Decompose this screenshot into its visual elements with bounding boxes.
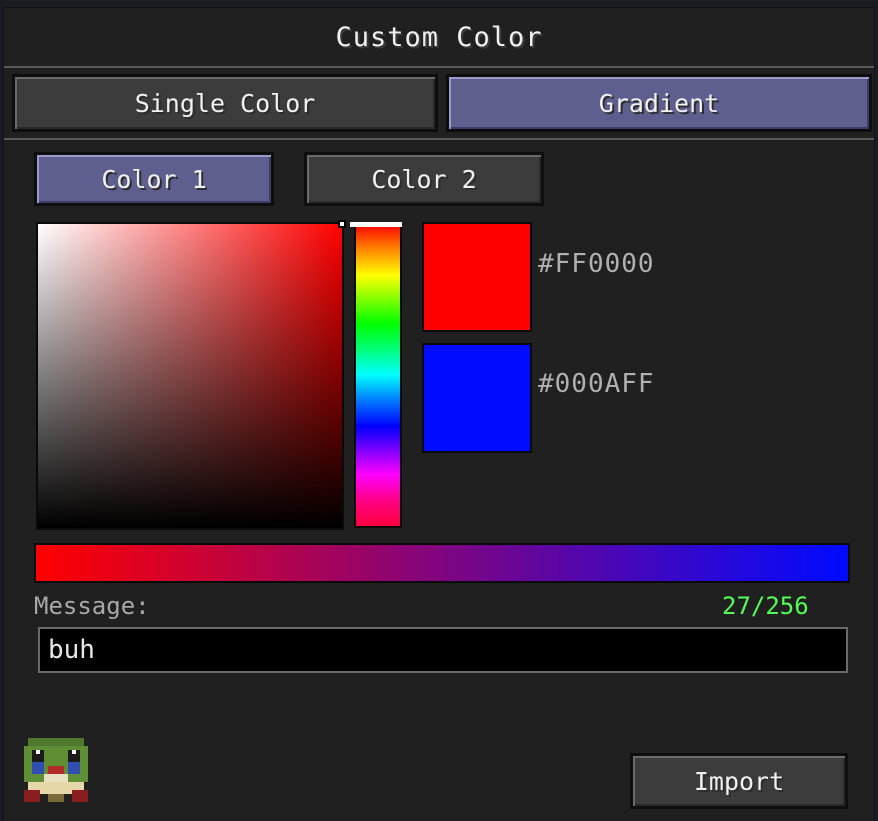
tabs-divider <box>4 138 874 140</box>
saturation-brightness-picker[interactable] <box>36 222 344 530</box>
import-button[interactable]: Import <box>630 753 848 809</box>
frog-icon <box>24 738 88 802</box>
color-2-button[interactable]: Color 2 <box>304 152 544 206</box>
picker-cursor[interactable] <box>338 220 346 228</box>
gradient-preview <box>34 543 850 583</box>
hue-slider-handle[interactable] <box>350 222 402 227</box>
color-1-swatch[interactable] <box>422 222 532 332</box>
custom-color-dialog: Custom Color Single Color Gradient Color… <box>4 8 874 821</box>
title-divider <box>4 66 874 68</box>
dialog-title: Custom Color <box>335 21 543 53</box>
color-1-button[interactable]: Color 1 <box>34 152 274 206</box>
color-1-hex: #FF0000 <box>538 249 655 279</box>
message-label: Message: <box>34 592 150 620</box>
tab-single-color[interactable]: Single Color <box>12 74 438 132</box>
hue-slider[interactable] <box>354 222 402 528</box>
character-counter: 27/256 <box>722 592 809 620</box>
tab-gradient[interactable]: Gradient <box>446 74 872 132</box>
color-2-hex: #000AFF <box>538 369 655 399</box>
message-input[interactable] <box>38 627 848 673</box>
color-2-swatch[interactable] <box>422 343 532 453</box>
